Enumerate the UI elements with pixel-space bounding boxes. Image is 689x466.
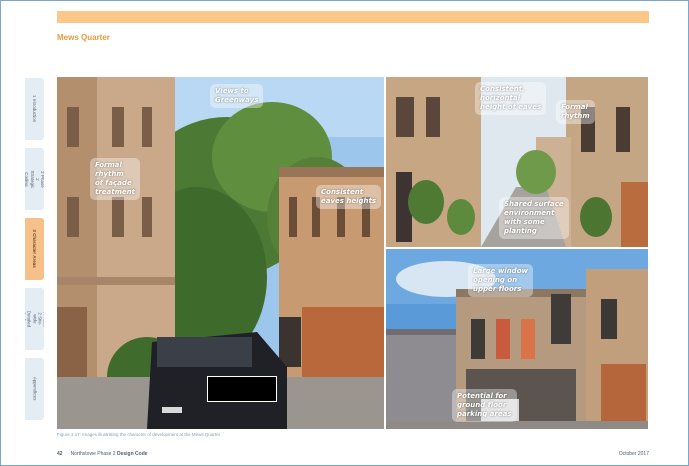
callout-eaves-heights: Consistent eaves heights [316, 185, 382, 209]
section-title: Mews Quarter [57, 33, 110, 42]
footer-left: 42 Northstowe Phase 2 Design Code [57, 451, 148, 457]
page-number: 42 [57, 451, 63, 457]
redaction-box [207, 376, 277, 402]
tab-strategic-coding[interactable]: 2 Phase 2 Strategic Coding [25, 148, 44, 210]
callout-formal-facade: Formal rhythm of façade treatment [90, 158, 140, 200]
tab-strategic-coding-label: 2 Phase 2 Strategic Coding [25, 170, 44, 188]
tab-introduction[interactable]: 1 Introduction [25, 78, 44, 140]
callout-views-to-greenways: Views to Greenways [210, 84, 264, 108]
callout-parking: Potential for ground floor parking areas [452, 389, 517, 422]
tab-character-areas[interactable]: 3 Character Areas [25, 218, 44, 280]
callout-horizontal-eaves: Consistent, horizontal height of eaves [475, 82, 547, 115]
callout-shared-surface: Shared surface environment with some pla… [499, 197, 569, 239]
tab-detailed-coding-label: 4 Phase 2 Site-wide Detailed Coding [25, 310, 44, 328]
figure-caption: Figure 3.17: Images illustrating the cha… [57, 432, 221, 437]
doc-name: Northstowe Phase 2 [70, 451, 117, 457]
callout-large-window: Large window opening on upper floors [468, 264, 533, 297]
tab-detailed-coding[interactable]: 4 Phase 2 Site-wide Detailed Coding [25, 288, 44, 350]
header-band [57, 11, 649, 23]
footer-date: October 2017 [618, 451, 649, 457]
tab-appendices-label: Appendices [32, 377, 38, 401]
tab-character-areas-label: 3 Character Areas [32, 229, 38, 269]
doc-name-bold: Design Code [116, 451, 148, 457]
tab-introduction-label: 1 Introduction [32, 95, 38, 123]
callout-formal-rhythm: Formal rhythm [556, 100, 595, 124]
tab-appendices[interactable]: Appendices [25, 358, 44, 420]
